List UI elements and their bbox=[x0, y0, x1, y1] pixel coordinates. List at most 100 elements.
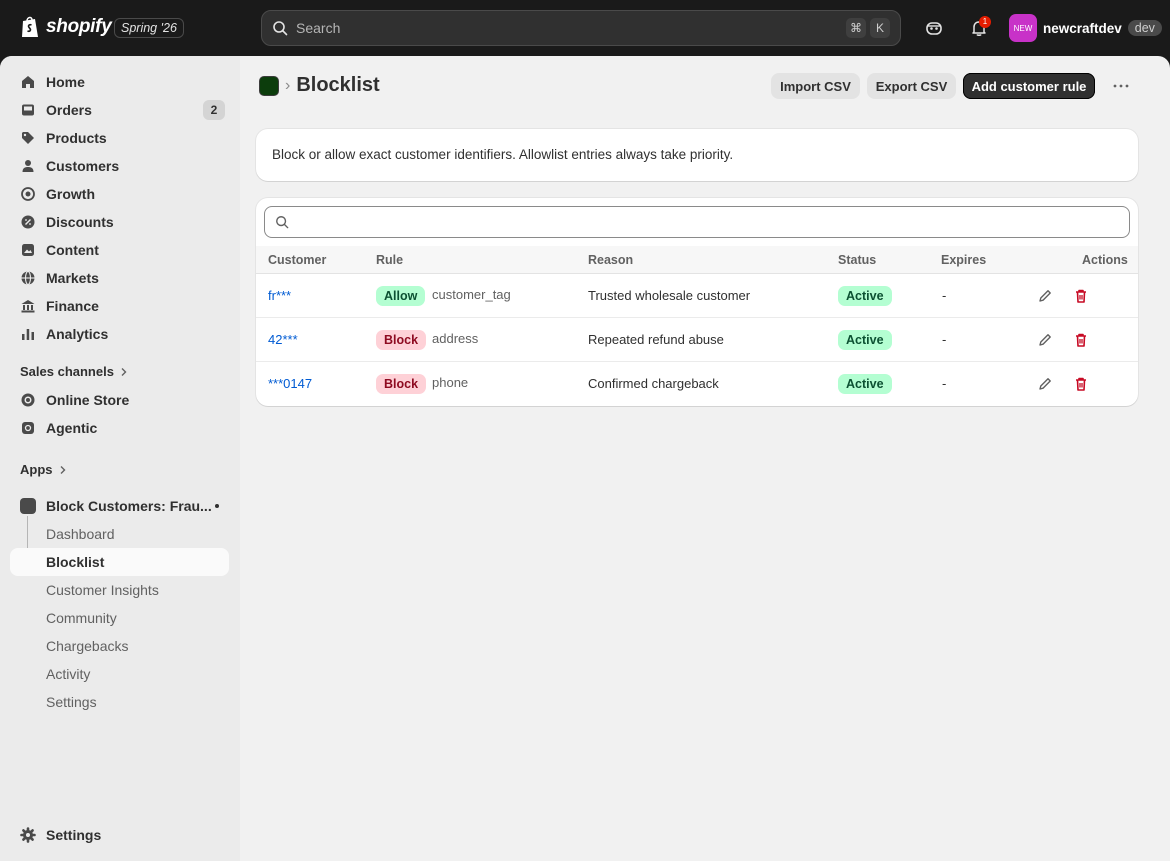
notifications-button[interactable]: 1 bbox=[965, 14, 993, 42]
notification-count-badge: 1 bbox=[979, 16, 991, 28]
status-badge: Active bbox=[838, 330, 892, 350]
version-badge: Spring '26 bbox=[114, 18, 184, 38]
rule-type: phone bbox=[432, 375, 469, 390]
import-csv-button[interactable]: Import CSV bbox=[771, 73, 860, 99]
table-search-input[interactable] bbox=[264, 206, 1130, 238]
reason-text: Confirmed chargeback bbox=[588, 376, 719, 391]
sidebar-item-growth[interactable]: Growth bbox=[10, 180, 229, 208]
sidebar-item-label: Customers bbox=[46, 158, 120, 174]
sidebar-item-discounts[interactable]: Discounts bbox=[10, 208, 229, 236]
edit-button[interactable] bbox=[1036, 287, 1054, 305]
rule-badge: Block bbox=[376, 374, 427, 394]
avatar: NEW bbox=[1009, 14, 1037, 42]
search-icon bbox=[273, 21, 288, 36]
chevron-right-icon bbox=[60, 465, 65, 474]
blocklist-table-card: Customer Rule Reason Status Expires Acti… bbox=[256, 198, 1138, 406]
edit-button[interactable] bbox=[1036, 375, 1054, 393]
sidebar-item-label: Growth bbox=[46, 186, 95, 202]
delete-button[interactable] bbox=[1072, 287, 1090, 305]
sidebar-item-label: Home bbox=[46, 74, 85, 90]
table-row: 42*** Block address Repeated refund abus… bbox=[256, 318, 1138, 362]
sidebar-item-label: Online Store bbox=[46, 392, 130, 408]
app-breadcrumb-icon[interactable] bbox=[259, 75, 279, 96]
sidebar-item-label: Agentic bbox=[46, 420, 98, 436]
trash-icon bbox=[1076, 289, 1086, 303]
sidebar-subitem-chargebacks[interactable]: Chargebacks bbox=[10, 632, 229, 660]
shopify-bag-icon bbox=[22, 16, 38, 37]
app-status-dot bbox=[215, 504, 219, 508]
sidebar-item-online-store[interactable]: Online Store bbox=[10, 386, 229, 414]
header-rule[interactable]: Rule bbox=[376, 253, 403, 267]
sidebar-subitem-dashboard[interactable]: Dashboard bbox=[10, 520, 229, 548]
add-customer-rule-button[interactable]: Add customer rule bbox=[963, 73, 1095, 99]
bar-chart-icon bbox=[22, 329, 34, 340]
breadcrumb: › Blocklist bbox=[259, 74, 380, 97]
customer-link[interactable]: fr*** bbox=[268, 288, 291, 303]
sidebar-subitem-activity[interactable]: Activity bbox=[10, 660, 229, 688]
rule-badge: Allow bbox=[376, 286, 426, 306]
shortcut-cmd-key: ⌘ bbox=[846, 18, 866, 38]
growth-icon bbox=[21, 187, 35, 201]
table-header: Customer Rule Reason Status Expires Acti… bbox=[256, 246, 1138, 274]
sidebar-item-label: Settings bbox=[46, 827, 102, 843]
header-reason[interactable]: Reason bbox=[588, 253, 633, 267]
user-menu[interactable]: NEW newcraftdev dev bbox=[1009, 14, 1162, 42]
expires-text: - bbox=[942, 376, 947, 391]
status-badge: Active bbox=[838, 286, 892, 306]
more-actions-button[interactable] bbox=[1108, 73, 1134, 99]
search-icon bbox=[276, 216, 289, 229]
sales-channels-heading[interactable]: Sales channels bbox=[20, 364, 128, 379]
header-customer[interactable]: Customer bbox=[268, 253, 326, 267]
home-icon bbox=[22, 76, 34, 88]
sidebar-item-markets[interactable]: Markets bbox=[10, 264, 229, 292]
edit-button[interactable] bbox=[1036, 331, 1054, 349]
customer-link[interactable]: ***0147 bbox=[268, 376, 312, 391]
reason-text: Repeated refund abuse bbox=[588, 332, 724, 347]
sidebar-item-products[interactable]: Products bbox=[10, 124, 229, 152]
sidebar-item-home[interactable]: Home bbox=[10, 68, 229, 96]
sidebar-item-settings[interactable]: Settings bbox=[10, 821, 229, 849]
delete-button[interactable] bbox=[1072, 331, 1090, 349]
admin-frame: Home Orders 2 Products Customers Growth … bbox=[0, 56, 1170, 861]
main-content: › Blocklist Import CSV Export CSV Add cu… bbox=[240, 56, 1170, 861]
sidebar-item-orders[interactable]: Orders 2 bbox=[10, 96, 229, 124]
app-logo-icon bbox=[20, 498, 36, 514]
delete-button[interactable] bbox=[1072, 375, 1090, 393]
page-title: Blocklist bbox=[296, 74, 380, 96]
tag-icon bbox=[22, 132, 34, 144]
sidebar-item-agentic[interactable]: Agentic bbox=[10, 414, 229, 442]
shopify-logo[interactable]: shopify bbox=[20, 15, 112, 39]
sidebar-subitem-settings[interactable]: Settings bbox=[10, 688, 229, 716]
chevron-right-icon bbox=[121, 367, 127, 376]
header-actions: Actions bbox=[1082, 253, 1128, 267]
gear-icon bbox=[20, 827, 36, 843]
header-expires[interactable]: Expires bbox=[941, 253, 986, 267]
sidebar-item-label: Orders bbox=[46, 102, 92, 118]
sidebar: Home Orders 2 Products Customers Growth … bbox=[0, 56, 240, 861]
expires-text: - bbox=[942, 288, 947, 303]
apps-heading[interactable]: Apps bbox=[20, 462, 67, 477]
orders-icon bbox=[22, 104, 34, 116]
search-placeholder: Search bbox=[296, 20, 341, 36]
brand-name: shopify bbox=[46, 16, 112, 37]
trash-icon bbox=[1076, 377, 1086, 391]
sidebar-subitem-community[interactable]: Community bbox=[10, 604, 229, 632]
reason-text: Trusted wholesale customer bbox=[588, 288, 751, 303]
sidekick-button[interactable] bbox=[920, 14, 948, 42]
env-badge: dev bbox=[1127, 20, 1162, 36]
content-icon bbox=[22, 244, 34, 256]
bank-icon bbox=[21, 300, 35, 313]
sidebar-item-content[interactable]: Content bbox=[10, 236, 229, 264]
sidebar-item-label: Markets bbox=[46, 270, 99, 286]
sidebar-item-customers[interactable]: Customers bbox=[10, 152, 229, 180]
customer-link[interactable]: 42*** bbox=[268, 332, 298, 347]
sidebar-item-analytics[interactable]: Analytics bbox=[10, 320, 229, 348]
header-status[interactable]: Status bbox=[838, 253, 876, 267]
export-csv-button[interactable]: Export CSV bbox=[867, 73, 956, 99]
top-bar: shopify Spring '26 Search ⌘ K 1 NEW newc… bbox=[0, 0, 1170, 56]
sidebar-item-finance[interactable]: Finance bbox=[10, 292, 229, 320]
sidebar-subitem-blocklist[interactable]: Blocklist bbox=[10, 548, 229, 576]
sidebar-subitem-customer-insights[interactable]: Customer Insights bbox=[10, 576, 229, 604]
global-search-input[interactable]: Search ⌘ K bbox=[261, 10, 901, 46]
sidebar-item-block-customers-app[interactable]: Block Customers: Frau... bbox=[10, 492, 229, 520]
